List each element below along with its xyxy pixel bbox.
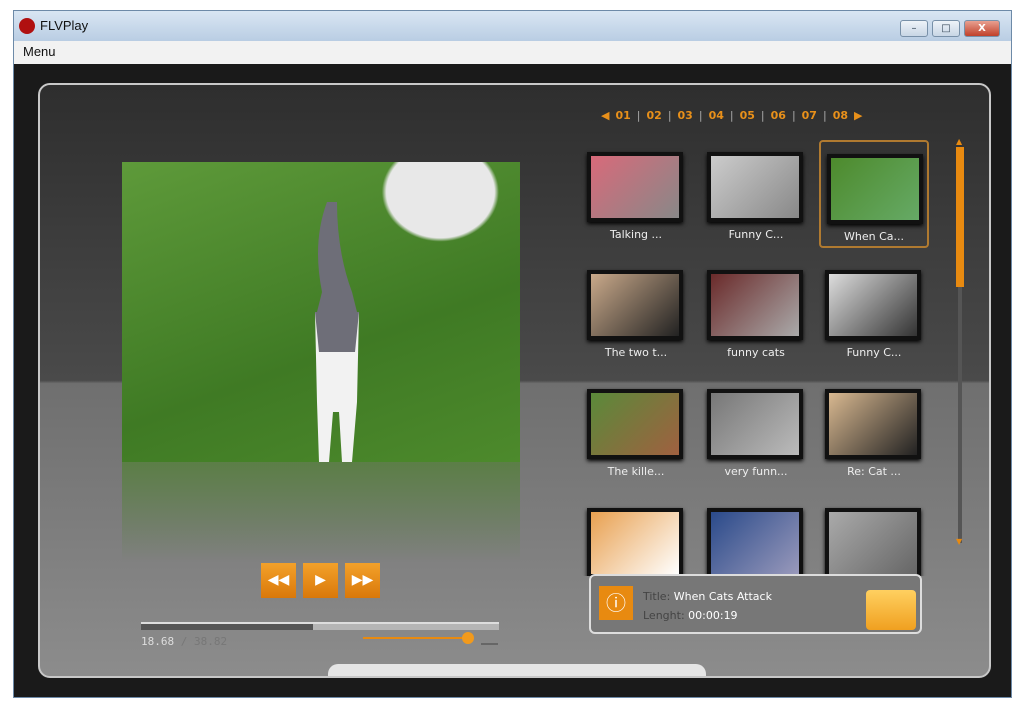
thumbnail-image (825, 389, 921, 459)
menu-bar: Menu (14, 41, 1011, 64)
playlist-item[interactable] (581, 496, 691, 576)
playlist-item-label: The two t... (604, 346, 668, 359)
app-logo-icon (19, 18, 35, 34)
volume-max-indicator (481, 643, 498, 645)
video-reflection (122, 462, 520, 562)
page-separator: | (667, 109, 672, 122)
time-display: 18.68 / 38.82 (141, 635, 227, 648)
total-time: 38.82 (194, 635, 228, 648)
playlist-item[interactable] (701, 496, 811, 576)
page-separator: | (729, 109, 734, 122)
playlist-item[interactable]: When Ca... (819, 140, 929, 248)
title-label: Title: (643, 590, 671, 603)
playlist-item-label: funny cats (727, 346, 785, 359)
playlist-item-label: When Ca... (844, 230, 904, 243)
content-area: ◀◀ ▶ ▶▶ 18.68 / 38.82 ◀ 01 | 02 | 03 | 04 | 05 | 06… (14, 64, 1011, 697)
scroll-up-icon[interactable]: ▲ (956, 137, 962, 146)
maximize-button[interactable]: □ (932, 20, 960, 37)
playlist-item-label: very funn... (724, 465, 788, 478)
close-button[interactable]: X (964, 20, 1000, 37)
folder-icon[interactable] (866, 590, 916, 630)
page-navigator: ◀ 01 | 02 | 03 | 04 | 05 | 06 | 07 | 08 ▶ (598, 109, 865, 122)
playlist-item[interactable]: The kille... (581, 377, 691, 485)
page-separator: | (636, 109, 641, 122)
prev-page-icon[interactable]: ◀ (601, 109, 609, 122)
next-page-icon[interactable]: ▶ (854, 109, 862, 122)
info-box: ⓘ Title: When Cats Attack Lenght: 00:00:… (589, 574, 922, 634)
playlist-item-label: The kille... (607, 465, 665, 478)
thumbnail-image (707, 389, 803, 459)
playlist-item-label: Funny C... (846, 346, 902, 359)
length-value: 00:00:19 (688, 609, 738, 622)
page-separator: | (698, 109, 703, 122)
bottom-drawer-tab[interactable] (328, 664, 706, 676)
playlist-item[interactable]: Funny C... (819, 258, 929, 366)
page-link[interactable]: 06 (771, 109, 786, 122)
page-link[interactable]: 02 (647, 109, 662, 122)
info-icon: ⓘ (599, 586, 633, 620)
title-bar: FLVPlay – □ X (14, 11, 1011, 41)
volume-knob[interactable] (462, 632, 474, 644)
thumbnail-image (707, 508, 803, 576)
player-panel: ◀◀ ▶ ▶▶ 18.68 / 38.82 ◀ 01 | 02 | 03 | 04 | 05 | 06… (38, 83, 991, 678)
video-display[interactable] (122, 162, 520, 462)
page-separator: | (760, 109, 765, 122)
playlist-item-label: Re: Cat ... (847, 465, 901, 478)
scroll-down-icon[interactable]: ▼ (956, 537, 962, 546)
volume-slider[interactable] (363, 632, 474, 644)
play-button[interactable]: ▶ (303, 563, 338, 598)
minimize-button[interactable]: – (900, 20, 928, 37)
thumbnail-image (587, 270, 683, 340)
title-value: When Cats Attack (673, 590, 772, 603)
thumbnail-image (827, 154, 923, 224)
playlist-item-label: Funny C... (728, 228, 784, 241)
playlist-item[interactable]: Funny C... (701, 140, 811, 248)
playlist-item[interactable]: Re: Cat ... (819, 377, 929, 485)
playlist-item[interactable]: funny cats (701, 258, 811, 366)
page-link[interactable]: 05 (740, 109, 755, 122)
page-link[interactable]: 04 (709, 109, 724, 122)
app-window: FLVPlay – □ X Menu ◀◀ ▶ ▶▶ 18.68 / 38.82… (13, 10, 1012, 698)
thumbnail-image (587, 389, 683, 459)
seek-bar[interactable] (141, 622, 499, 630)
thumbnail-image (587, 508, 683, 576)
playlist-item[interactable]: The two t... (581, 258, 691, 366)
current-time: 18.68 (141, 635, 175, 648)
page-separator: | (791, 109, 796, 122)
scroll-thumb[interactable] (956, 147, 964, 287)
page-link[interactable]: 07 (802, 109, 817, 122)
page-link[interactable]: 01 (615, 109, 630, 122)
menu-item[interactable]: Menu (23, 44, 56, 59)
length-label: Lenght: (643, 609, 685, 622)
thumbnail-image (707, 152, 803, 222)
thumbnail-image (707, 270, 803, 340)
time-separator: / (174, 635, 194, 648)
page-link[interactable]: 03 (678, 109, 693, 122)
playlist-item-label: Talking ... (609, 228, 663, 241)
page-link[interactable]: 08 (833, 109, 848, 122)
playlist-item[interactable]: very funn... (701, 377, 811, 485)
thumbnail-image (587, 152, 683, 222)
thumbnail-image (825, 508, 921, 576)
playlist-item[interactable]: Talking ... (581, 140, 691, 248)
fast-forward-button[interactable]: ▶▶ (345, 563, 380, 598)
rewind-button[interactable]: ◀◀ (261, 563, 296, 598)
window-title: FLVPlay (40, 18, 89, 33)
playlist-item[interactable] (819, 496, 929, 576)
seek-bar-fill (141, 624, 313, 630)
playlist-scrollbar[interactable]: ▲ ▼ (956, 137, 964, 547)
cat-video-frame (315, 202, 359, 462)
thumbnail-image (825, 270, 921, 340)
page-separator: | (822, 109, 827, 122)
